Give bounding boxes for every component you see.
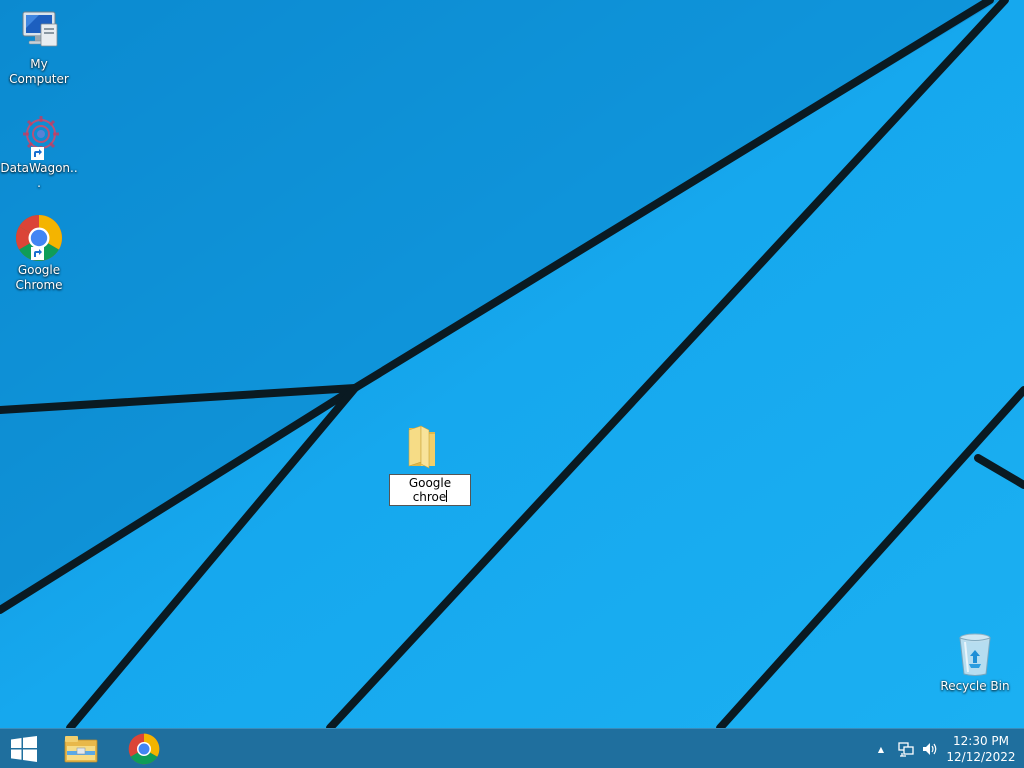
desktop-icon-my-computer[interactable]: My Computer (0, 8, 78, 87)
wallpaper (0, 0, 1024, 728)
folder-icon (399, 422, 447, 470)
text-caret (446, 490, 448, 502)
desktop[interactable]: My Computer DataWagon... Google Chrome G… (0, 0, 1024, 728)
recycle-bin-icon (951, 630, 999, 678)
desktop-icon-label: Recycle Bin (940, 679, 1010, 693)
taskbar-clock[interactable]: 12:30 PM 12/12/2022 (940, 733, 1022, 765)
show-hidden-icons-button[interactable]: ▲ (872, 740, 890, 758)
clock-time: 12:30 PM (953, 734, 1009, 748)
rename-input[interactable]: Google chroe f (389, 474, 471, 506)
windows-logo-icon (11, 735, 37, 762)
chrome-icon (15, 214, 63, 262)
desktop-icon-google-chrome[interactable]: Google Chrome (0, 214, 78, 293)
chrome-icon (128, 733, 160, 764)
shortcut-arrow-icon (31, 147, 44, 160)
file-explorer-icon (64, 735, 98, 762)
desktop-icon-label: DataWagon... (0, 161, 78, 190)
computer-icon (15, 8, 63, 56)
network-icon[interactable] (897, 740, 915, 758)
rename-text-line1: Google chroe (408, 476, 452, 504)
start-button[interactable] (0, 729, 48, 768)
taskbar-file-explorer-button[interactable] (56, 729, 106, 768)
volume-icon[interactable] (921, 740, 939, 758)
desktop-icon-recycle-bin[interactable]: Recycle Bin (936, 630, 1014, 694)
shortcut-arrow-icon (31, 247, 44, 260)
taskbar: ▲ 12:30 PM 12/12/2022 (0, 728, 1024, 768)
chevron-up-icon: ▲ (877, 744, 885, 754)
gear-icon (15, 112, 63, 160)
desktop-icon-datawagon[interactable]: DataWagon... (0, 112, 78, 191)
clock-date: 12/12/2022 (946, 750, 1016, 764)
desktop-icon-new-folder[interactable] (384, 422, 462, 470)
desktop-icon-label: Google Chrome (15, 263, 63, 292)
rename-text-line2: f (428, 504, 432, 505)
taskbar-chrome-button[interactable] (118, 729, 170, 768)
desktop-icon-label: My Computer (9, 57, 69, 86)
